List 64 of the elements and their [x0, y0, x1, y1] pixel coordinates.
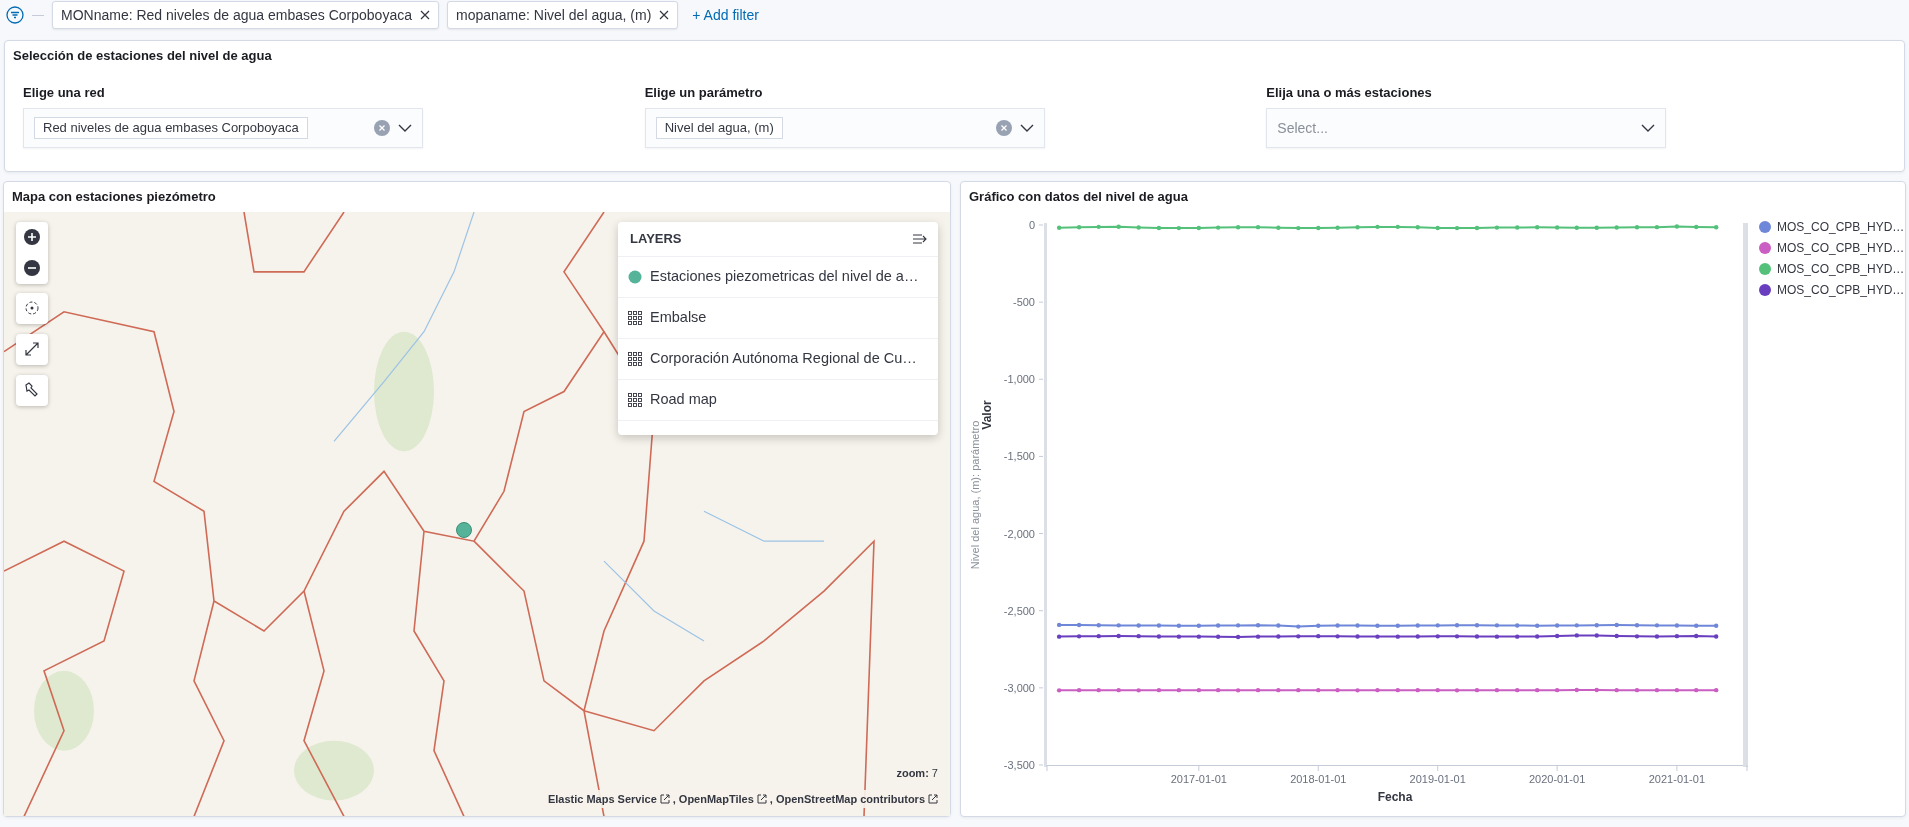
layer-item[interactable]: Corporación Autónoma Regional de Cu…	[618, 338, 938, 380]
selected-value: Nivel del agua, (m)	[655, 117, 783, 139]
x-tick-label: 2021-01-01	[1648, 772, 1706, 785]
panel-title: Mapa con estaciones piezómetro	[11, 188, 217, 206]
legend-label[interactable]: MOS_CO_CPB_HYD…	[1777, 261, 1905, 276]
x-tick-label: 2020-01-01	[1529, 772, 1586, 785]
legend-label[interactable]: MOS_CO_CPB_HYD…	[1777, 240, 1905, 255]
external-link-icon	[756, 793, 767, 804]
attribution-link[interactable]: Elastic Maps Service	[547, 790, 657, 807]
combo-box[interactable]: Nivel del agua, (m)	[644, 108, 1045, 148]
y-tick-label: -3,500	[1003, 758, 1035, 771]
y-tick-label: -500	[1012, 295, 1035, 308]
grid-icon	[628, 392, 642, 407]
layer-item[interactable]: Embalse	[618, 297, 938, 339]
legend-label[interactable]: MOS_CO_CPB_HYD…	[1777, 282, 1905, 297]
expand-icon	[23, 340, 41, 358]
attribution-link[interactable]: OpenStreetMap contributors	[775, 790, 925, 807]
circle-icon	[628, 269, 642, 284]
external-link-icon	[928, 793, 938, 804]
add-filter-link[interactable]: + Add filter	[686, 1, 765, 29]
y-tick-label: -1,000	[1003, 372, 1035, 385]
filter-label: mopaname: Nivel del agua, (m)	[456, 5, 652, 25]
y-tick-label: -2,500	[1003, 604, 1035, 617]
legend-label[interactable]: MOS_CO_CPB_HYD…	[1777, 219, 1905, 234]
panel-title: Selección de estaciones del nivel de agua	[12, 47, 273, 65]
filter-icon[interactable]	[6, 6, 24, 24]
external-link-icon	[659, 793, 670, 804]
combo-box[interactable]: Red niveles de agua embases Corpoboyaca	[23, 108, 423, 148]
layer-item[interactable]: Estaciones piezometricas del nivel de a…	[618, 256, 938, 298]
attribution-link[interactable]: OpenMapTiles	[678, 790, 754, 807]
field-label: Elija una o más estaciones	[1266, 83, 1433, 102]
close-icon[interactable]	[659, 10, 670, 20]
zoom-level: zoom: 7	[896, 765, 938, 781]
collapse-icon[interactable]	[912, 232, 928, 245]
plus-icon	[23, 228, 41, 246]
minus-icon	[23, 259, 41, 277]
clear-icon[interactable]	[374, 120, 390, 136]
x-tick-label: 2019-01-01	[1409, 772, 1466, 785]
y-tick-label: -2,000	[1003, 527, 1035, 540]
x-tick-label: 2018-01-01	[1290, 772, 1347, 785]
y-tick-label: 0	[1028, 218, 1035, 231]
filter-pill[interactable]: MONname: Red niveles de agua embases Corpoboyaca	[52, 1, 439, 29]
clear-icon[interactable]	[995, 120, 1012, 136]
layers-title: LAYERS	[630, 229, 682, 248]
placeholder-text: Select...	[1277, 118, 1328, 138]
selected-value: Red niveles de agua embases Corpoboyaca	[34, 117, 308, 139]
y-axis-title: Valor	[980, 399, 994, 430]
separator-comma: ,	[672, 791, 676, 807]
panel-title: Gráfico con datos del nivel de agua	[968, 188, 1189, 206]
separator-comma: ,	[769, 791, 773, 807]
field-label: Elige una red	[23, 83, 106, 102]
crosshair-icon	[23, 299, 41, 317]
grid-icon	[628, 310, 642, 325]
x-axis-title: Fecha	[1377, 789, 1413, 804]
layer-item[interactable]: Road map	[618, 379, 938, 421]
y-tick-label: -1,500	[1003, 449, 1035, 462]
filter-label: MONname: Red niveles de agua embases Corpoboyaca	[61, 5, 412, 25]
x-tick-label: 2017-01-01	[1170, 772, 1227, 785]
filter-pill[interactable]: mopaname: Nivel del agua, (m)	[447, 1, 679, 29]
field-label: Elige un parámetro	[644, 83, 764, 102]
y-axis-caption: Nivel del agua, (m): parámetro	[969, 420, 981, 569]
y-tick-label: -3,000	[1003, 681, 1035, 694]
close-icon[interactable]	[420, 10, 430, 20]
grid-icon	[628, 351, 642, 366]
